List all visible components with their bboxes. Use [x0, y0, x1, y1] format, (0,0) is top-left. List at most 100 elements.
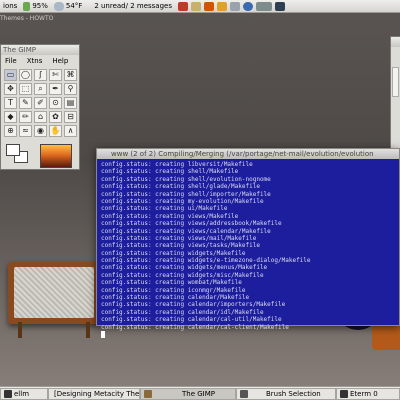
eterm-icon	[340, 390, 348, 398]
mail-status[interactable]: 2 unread/ 2 messages	[91, 2, 175, 10]
background-window-title: Themes - HOWTO	[0, 15, 54, 22]
task-eterm[interactable]: Eterm 0	[336, 388, 400, 400]
terminal-line: config.status: creating views/tasks/Make…	[101, 242, 260, 250]
terminal-line: config.status: creating widgets/misc/Mak…	[101, 271, 264, 279]
people-icon[interactable]	[204, 1, 214, 11]
move-tool[interactable]: ✥	[4, 83, 17, 95]
terminal-line: config.status: creating shell/Makefile	[101, 168, 239, 176]
window-icon[interactable]	[230, 1, 240, 11]
task-label: Eterm 0	[350, 390, 378, 398]
cloud-icon	[53, 1, 64, 11]
terminal-line: config.status: creating shell/evolution-…	[101, 175, 271, 183]
temperature: 54°F	[65, 2, 83, 10]
gimp-icon	[144, 390, 152, 398]
color-area	[4, 142, 76, 172]
cabinet-leg-right	[86, 322, 90, 338]
smudge-tool[interactable]: ≈	[19, 125, 32, 137]
launcher-label[interactable]: ions	[0, 2, 20, 10]
terminal-line: config.status: creating widgets/Makefile	[101, 249, 246, 257]
wallpaper-cabinet	[8, 262, 100, 338]
path-tool[interactable]: ∧	[64, 125, 77, 137]
bezier-tool[interactable]: ⌘	[64, 69, 77, 81]
menu-file[interactable]: File	[5, 57, 17, 65]
terminal-window: www (2 of 2) Compiling/Merging (/var/por…	[96, 148, 400, 339]
launcher-icons	[175, 1, 288, 11]
terminal-cursor	[101, 331, 105, 339]
tool-grid: ▭ ◯ ʃ ✄ ⌘ ✥ ⬚ ⌕ ✒ ⚲ T ✎ ✐ ⊙ ▤ ◆ ✏ ⌂ ✿ ⊟ …	[1, 67, 79, 139]
pen-tool[interactable]: ✒	[49, 83, 62, 95]
blur-tool[interactable]: ⊕	[4, 125, 17, 137]
terminal-line: config.status: creating calendar/idl/Mak…	[101, 308, 264, 316]
pencil-tool[interactable]: ✎	[19, 97, 32, 109]
clone-tool[interactable]: ⊟	[64, 111, 77, 123]
terminal-line: config.status: creating calendar/cal-cli…	[101, 323, 289, 331]
color-picker-tool[interactable]: ⊙	[49, 97, 62, 109]
zoom-tool[interactable]: ⌕	[34, 83, 47, 95]
tools-icon[interactable]	[217, 1, 227, 11]
task-gimp[interactable]: The GIMP	[140, 388, 236, 400]
task-label: Brush Selection	[266, 390, 321, 398]
terminal-line: config.status: creating calendar/importe…	[101, 301, 286, 309]
fill-tool[interactable]: ◆	[4, 111, 17, 123]
hand-tool[interactable]: ✋	[49, 125, 62, 137]
text-tool[interactable]: T	[4, 97, 17, 109]
terminal-prompt-line[interactable]	[101, 331, 395, 339]
screen-icon[interactable]	[275, 1, 285, 11]
network-icon[interactable]	[256, 1, 272, 11]
brush-icon	[240, 390, 248, 398]
task-brush-selection[interactable]: Brush Selection	[236, 388, 336, 400]
mail-icon[interactable]	[191, 1, 201, 11]
paintbrush-tool[interactable]: ✏	[19, 111, 32, 123]
terminal-line: config.status: creating views/addressboo…	[101, 220, 282, 228]
dodge-tool[interactable]: ◉	[34, 125, 47, 137]
terminal-line: config.status: creating widgets/menus/Ma…	[101, 264, 268, 272]
cabinet-front	[14, 267, 94, 318]
tiger-icon[interactable]	[178, 1, 188, 11]
top-panel: ions 95% 54°F 2 unread/ 2 messages	[0, 0, 400, 13]
gimp-window-title[interactable]: The GIMP	[1, 45, 79, 55]
terminal-output[interactable]: config.status: creating libversit/Makefi…	[97, 159, 399, 340]
globe-icon[interactable]	[243, 1, 253, 11]
terminal-icon	[4, 390, 12, 398]
airbrush-tool[interactable]: ✿	[49, 111, 62, 123]
gradient-tool[interactable]: ▤	[64, 97, 77, 109]
measure-tool[interactable]: ⚲	[64, 83, 77, 95]
terminal-line: config.status: creating iconmgr/Makefile	[101, 286, 246, 294]
terminal-line: config.status: creating shell/importer/M…	[101, 190, 271, 198]
terminal-line: config.status: creating libversit/Makefi…	[101, 161, 253, 168]
task-label: ellm	[14, 390, 30, 398]
battery-applet[interactable]: 95%	[20, 1, 51, 11]
foreground-color-swatch[interactable]	[6, 144, 20, 156]
task-label: [Designing Metacity The	[54, 390, 140, 398]
terminal-title[interactable]: www (2 of 2) Compiling/Merging (/var/por…	[97, 149, 399, 159]
terminal-line: config.status: creating calendar/cal-uti…	[101, 316, 282, 324]
bottom-taskbar: ellm [Designing Metacity The The GIMP Br…	[0, 386, 400, 400]
gimp-menubar: File Xtns Help	[1, 55, 79, 67]
terminal-line: config.status: creating shell/glade/Make…	[101, 183, 260, 191]
crop-tool[interactable]: ⬚	[19, 83, 32, 95]
scissors-tool[interactable]: ✄	[49, 69, 62, 81]
right-window-panel	[392, 67, 399, 97]
lasso-tool[interactable]: ʃ	[34, 69, 47, 81]
terminal-line: config.status: creating wombat/Makefile	[101, 279, 242, 287]
menu-xtns[interactable]: Xtns	[27, 57, 43, 65]
terminal-line: config.status: creating views/calendar/M…	[101, 227, 271, 235]
ink-tool[interactable]: ✐	[34, 97, 47, 109]
terminal-line: config.status: creating widgets/e-timezo…	[101, 257, 311, 265]
terminal-line: config.status: creating my-evolution/Mak…	[101, 197, 264, 205]
terminal-line: config.status: creating ui/Makefile	[101, 205, 228, 213]
terminal-line: config.status: creating views/mail/Makef…	[101, 234, 257, 242]
weather-applet[interactable]: 54°F	[51, 1, 85, 11]
gradient-swatch[interactable]	[40, 144, 72, 168]
right-window-titlebar[interactable]	[391, 37, 400, 47]
ellipse-select-tool[interactable]: ◯	[19, 69, 32, 81]
gimp-toolbox-window: The GIMP File Xtns Help ▭ ◯ ʃ ✄ ⌘ ✥ ⬚ ⌕ …	[0, 44, 80, 170]
eraser-tool[interactable]: ⌂	[34, 111, 47, 123]
battery-level: 95%	[32, 2, 48, 10]
task-ellm[interactable]: ellm	[0, 388, 48, 400]
menu-help[interactable]: Help	[52, 57, 68, 65]
task-browser[interactable]: [Designing Metacity The	[48, 388, 140, 400]
cabinet-leg-left	[18, 322, 22, 338]
rect-select-tool[interactable]: ▭	[4, 69, 17, 81]
terminal-line: config.status: creating calendar/Makefil…	[101, 294, 250, 302]
